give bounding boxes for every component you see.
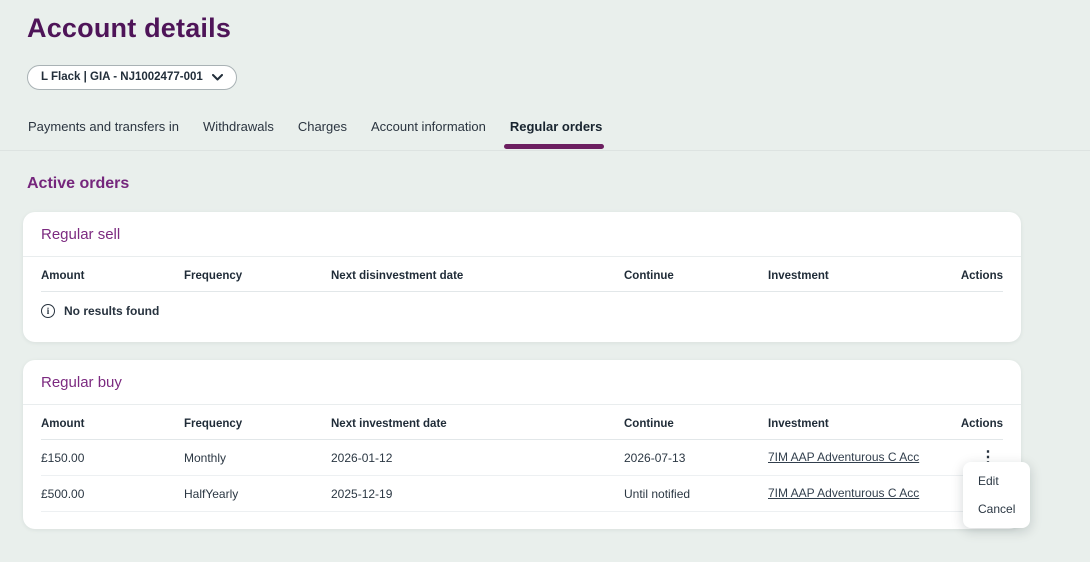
regular-sell-header-row: Amount Frequency Next disinvestment date… xyxy=(41,257,1003,292)
chevron-down-icon xyxy=(212,74,223,81)
column-header-actions: Actions xyxy=(947,405,1003,439)
column-header-investment: Investment xyxy=(768,257,947,291)
page-title: Account details xyxy=(0,0,1090,44)
investment-link[interactable]: 7IM AAP Adventurous C Acc xyxy=(768,485,920,501)
column-header-actions: Actions xyxy=(947,257,1003,291)
tab-label: Payments and transfers in xyxy=(28,119,179,134)
regular-sell-table: Amount Frequency Next disinvestment date… xyxy=(23,257,1021,342)
account-selector-dropdown[interactable]: L Flack | GIA - NJ1002477-001 xyxy=(27,65,237,90)
regular-sell-card: Regular sell Amount Frequency Next disin… xyxy=(23,212,1021,342)
regular-buy-card: Regular buy Amount Frequency Next invest… xyxy=(23,360,1021,529)
cell-continue: 2026-07-13 xyxy=(624,451,768,465)
tab-regular-orders[interactable]: Regular orders xyxy=(510,111,602,150)
menu-item-edit[interactable]: Edit xyxy=(978,474,1030,488)
menu-item-cancel[interactable]: Cancel xyxy=(978,502,1030,516)
cell-frequency: Monthly xyxy=(184,451,331,465)
tab-label: Account information xyxy=(371,119,486,134)
tab-bar: Payments and transfers in Withdrawals Ch… xyxy=(0,111,1090,151)
column-header-amount: Amount xyxy=(41,257,184,291)
table-row: £150.00 Monthly 2026-01-12 2026-07-13 7I… xyxy=(41,440,1003,476)
no-results-text: No results found xyxy=(64,304,159,318)
cell-amount: £150.00 xyxy=(41,451,184,465)
regular-buy-title: Regular buy xyxy=(23,360,1021,405)
regular-buy-header-row: Amount Frequency Next investment date Co… xyxy=(41,405,1003,440)
cell-investment: 7IM AAP Adventurous C Acc xyxy=(768,485,947,501)
tab-payments-and-transfers-in[interactable]: Payments and transfers in xyxy=(28,111,179,150)
cell-amount: £500.00 xyxy=(41,487,184,501)
section-heading-active-orders: Active orders xyxy=(27,175,1090,193)
cell-frequency: HalfYearly xyxy=(184,487,331,501)
tab-charges[interactable]: Charges xyxy=(298,111,347,150)
column-header-continue: Continue xyxy=(624,257,768,291)
cell-next-investment-date: 2025-12-19 xyxy=(331,487,624,501)
column-header-continue: Continue xyxy=(624,405,768,439)
column-header-investment: Investment xyxy=(768,405,947,439)
table-row: £500.00 HalfYearly 2025-12-19 Until noti… xyxy=(41,476,1003,512)
cell-next-investment-date: 2026-01-12 xyxy=(331,451,624,465)
card-bottom-spacer xyxy=(41,512,1003,529)
investment-link[interactable]: 7IM AAP Adventurous C Acc xyxy=(768,449,920,465)
actions-dropdown-menu: Edit Cancel xyxy=(963,462,1030,528)
tab-withdrawals[interactable]: Withdrawals xyxy=(203,111,274,150)
column-header-next-disinvestment-date: Next disinvestment date xyxy=(331,257,624,291)
active-tab-indicator xyxy=(504,144,604,149)
info-icon: i xyxy=(41,304,55,318)
regular-sell-title: Regular sell xyxy=(23,212,1021,257)
column-header-amount: Amount xyxy=(41,405,184,439)
tab-label: Withdrawals xyxy=(203,119,274,134)
cell-investment: 7IM AAP Adventurous C Acc xyxy=(768,449,947,465)
tab-label: Regular orders xyxy=(510,119,602,134)
tab-account-information[interactable]: Account information xyxy=(371,111,486,150)
column-header-next-investment-date: Next investment date xyxy=(331,405,624,439)
cell-continue: Until notified xyxy=(624,487,768,501)
column-header-frequency: Frequency xyxy=(184,257,331,291)
tab-label: Charges xyxy=(298,119,347,134)
no-results-row: i No results found xyxy=(41,292,1003,342)
account-selector-value: L Flack | GIA - NJ1002477-001 xyxy=(41,71,203,83)
regular-buy-table: Amount Frequency Next investment date Co… xyxy=(23,405,1021,529)
column-header-frequency: Frequency xyxy=(184,405,331,439)
